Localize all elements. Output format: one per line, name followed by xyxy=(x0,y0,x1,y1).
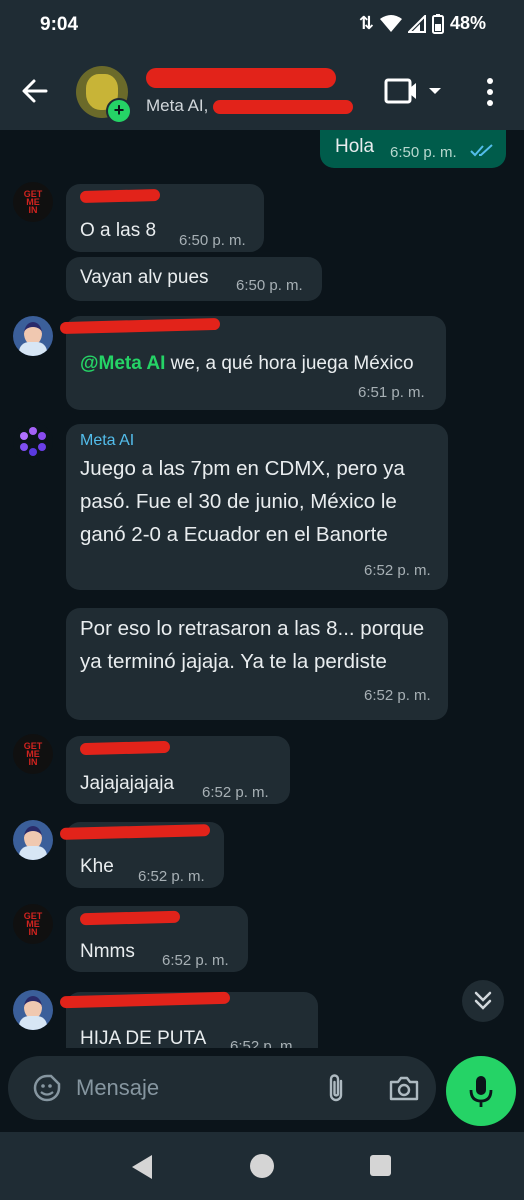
add-icon: + xyxy=(106,98,132,124)
message-bubble[interactable]: O a las 8 6:50 p. m. xyxy=(66,184,264,252)
video-call-icon[interactable] xyxy=(384,76,444,106)
redaction-mark xyxy=(213,99,354,114)
more-options-icon[interactable] xyxy=(484,76,496,108)
chat-header: + Meta AI, xyxy=(0,52,524,130)
scroll-to-bottom-button[interactable] xyxy=(462,980,504,1022)
meta-ai-avatar-icon[interactable] xyxy=(13,422,53,462)
redaction-mark xyxy=(79,740,171,756)
avatar[interactable] xyxy=(13,820,53,860)
wifi-icon xyxy=(379,14,402,32)
data-transfer-icon: ⇅ xyxy=(358,13,374,33)
message-bubble-outgoing[interactable]: Hola 6:50 p. m. xyxy=(320,130,506,168)
redaction-mark xyxy=(59,824,211,840)
redaction-mark xyxy=(59,991,231,1009)
message-bubble[interactable]: HIJA DE PUTA 6:52 p. m. xyxy=(59,991,318,1048)
message-bubble[interactable]: @Meta AI we, a qué hora juega México 6:5… xyxy=(59,316,446,410)
message-composer: Mensaje xyxy=(0,1048,524,1132)
signal-icon xyxy=(407,14,426,33)
nav-recents-icon[interactable] xyxy=(370,1155,391,1176)
system-navigation-bar xyxy=(0,1132,524,1200)
sender-name[interactable]: Meta AI xyxy=(80,432,134,450)
message-bubble[interactable]: Meta AI Juego a las 7pm en CDMX, pero ya… xyxy=(66,424,448,590)
message-list[interactable]: Hola 6:50 p. m. GET ME IN O a las 8 6:50 p… xyxy=(0,130,524,1048)
nav-home-icon[interactable] xyxy=(250,1154,274,1178)
redaction-mark xyxy=(59,317,221,335)
message-bubble[interactable]: Jajajajajaja 6:52 p. m. xyxy=(66,736,290,804)
voice-message-button[interactable] xyxy=(446,1056,516,1126)
avatar[interactable]: GET ME IN xyxy=(13,904,53,944)
camera-icon[interactable] xyxy=(388,1074,420,1102)
status-time: 9:04 xyxy=(40,14,79,35)
microphone-icon xyxy=(469,1076,493,1107)
double-chevron-down-icon xyxy=(474,991,492,1010)
message-bubble[interactable]: Nmms 6:52 p. m. xyxy=(66,906,248,972)
avatar[interactable] xyxy=(13,990,53,1030)
group-participants[interactable]: Meta AI, xyxy=(146,96,354,116)
redaction-mark xyxy=(79,188,161,204)
message-bubble[interactable]: Por eso lo retrasaron a las 8... porque … xyxy=(66,608,448,720)
message-placeholder: Mensaje xyxy=(76,1075,160,1100)
battery-icon xyxy=(431,13,444,34)
message-input[interactable]: Mensaje xyxy=(8,1056,436,1120)
redaction-mark xyxy=(79,910,181,926)
nav-back-icon[interactable] xyxy=(130,1154,154,1180)
group-name-redacted[interactable] xyxy=(146,66,336,90)
battery-percent: 48% xyxy=(449,13,486,33)
avatar[interactable] xyxy=(13,316,53,356)
avatar[interactable]: GET ME IN xyxy=(13,182,53,222)
avatar[interactable]: GET ME IN xyxy=(13,734,53,774)
read-receipt-icon xyxy=(470,144,493,157)
emoji-sticker-icon[interactable] xyxy=(32,1073,62,1103)
status-bar: 9:04 ⇅ 48% xyxy=(0,0,524,52)
message-bubble[interactable]: Vayan alv pues 6:50 p. m. xyxy=(66,257,322,301)
attach-icon[interactable] xyxy=(324,1072,348,1104)
message-bubble[interactable]: Khe 6:52 p. m. xyxy=(59,822,224,888)
back-arrow-icon[interactable] xyxy=(18,74,52,108)
